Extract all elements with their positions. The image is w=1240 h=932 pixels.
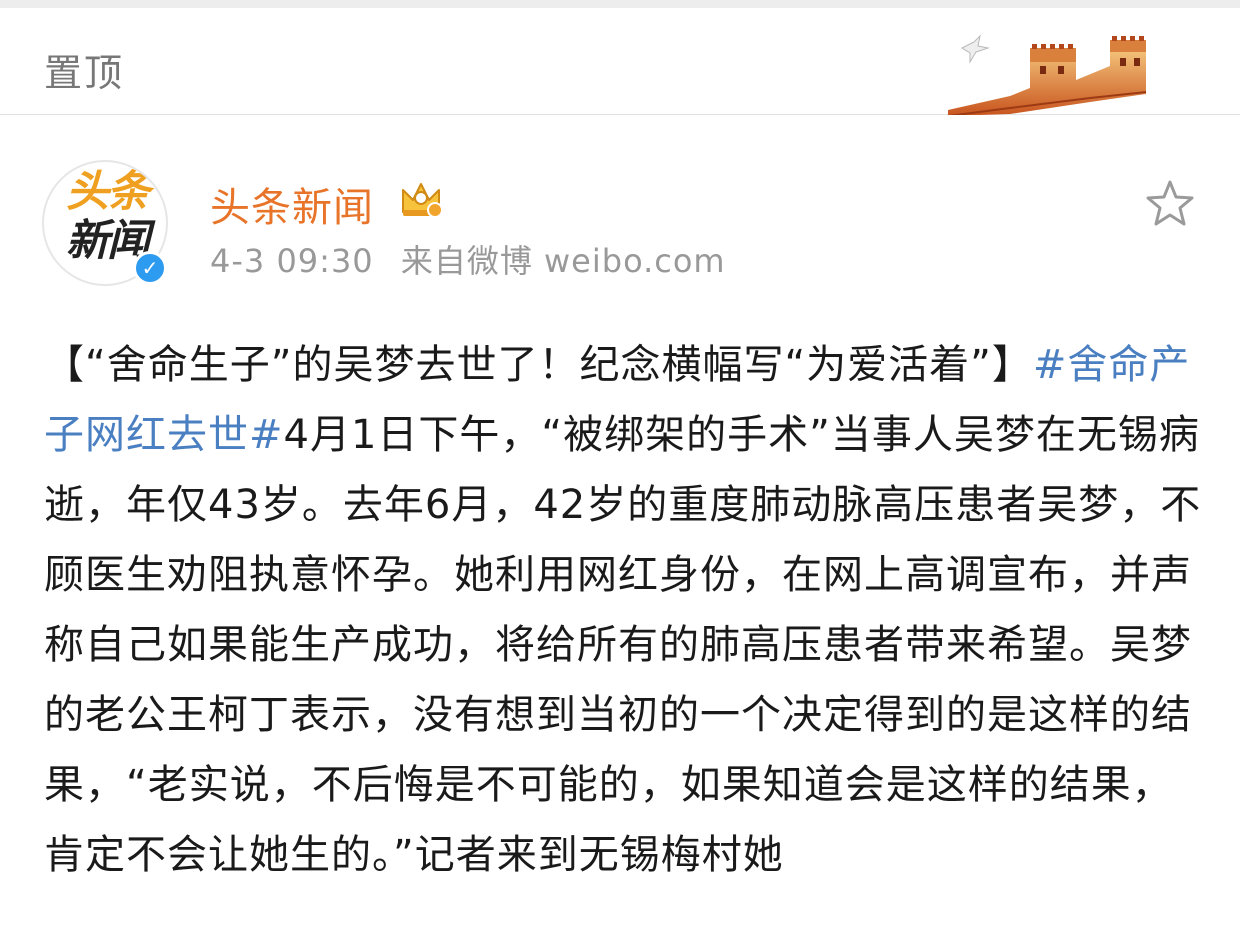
post-title: 【“舍命生子”的吴梦去世了！纪念横幅写“为爱活着”】 <box>44 342 1033 388</box>
post-meta: 4-3 09:30 来自微博 weibo.com <box>210 236 742 282</box>
crown-icon <box>402 183 443 218</box>
author-name[interactable]: 头条新闻 <box>210 175 374 233</box>
great-wall-icon <box>947 34 1147 117</box>
post-source[interactable]: 来自微博 weibo.com <box>401 242 726 280</box>
post-timestamp: 4-3 09:30 <box>210 242 374 280</box>
avatar-text-line1: 头条 <box>66 167 150 217</box>
post-body: 【“舍命生子”的吴梦去世了！纪念横幅写“为爱活着”】#舍命产子网红去世#4月1日… <box>44 330 1204 890</box>
verified-icon: ✓ <box>133 251 167 285</box>
top-strip <box>0 0 1240 8</box>
pinned-label: 置顶 <box>44 51 125 95</box>
post-text: 4月1日下午，“被绑架的手术”当事人吴梦在无锡病逝，年仅43岁。去年6月，42岁… <box>44 412 1202 878</box>
star-icon[interactable] <box>1144 178 1196 228</box>
pinned-header: 置顶 <box>0 8 1240 117</box>
